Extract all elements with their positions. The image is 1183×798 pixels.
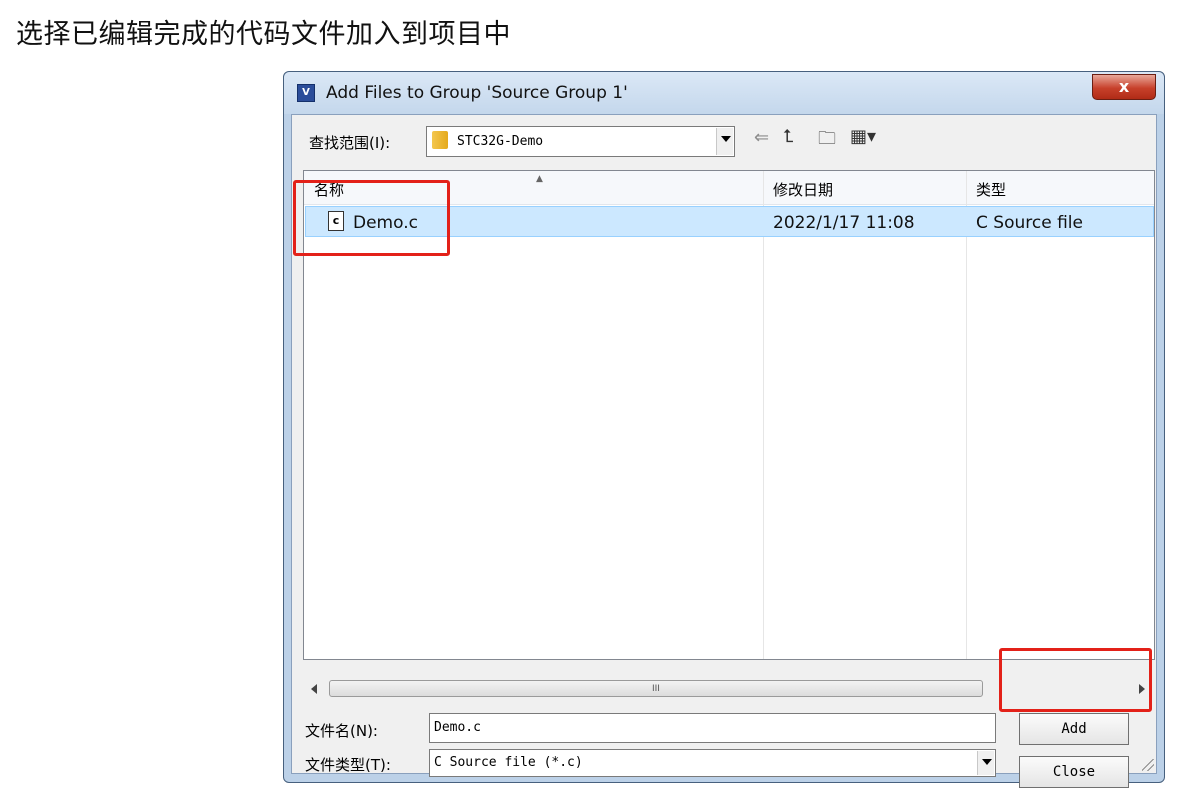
title-bar[interactable]: V Add Files to Group 'Source Group 1' x bbox=[284, 72, 1164, 114]
file-type-dropdown[interactable]: C Source file (*.c) bbox=[429, 749, 996, 777]
column-divider bbox=[763, 171, 764, 659]
close-button[interactable]: Close bbox=[1019, 756, 1129, 788]
new-folder-icon[interactable]: 🗀 bbox=[818, 126, 836, 156]
file-type-label: 文件类型(T): bbox=[305, 756, 391, 774]
scroll-right-icon[interactable] bbox=[1139, 684, 1145, 694]
folder-icon bbox=[432, 131, 448, 149]
scroll-thumb[interactable]: III bbox=[329, 680, 983, 697]
file-name-input[interactable]: Demo.c bbox=[429, 713, 996, 743]
chevron-down-icon[interactable] bbox=[977, 751, 994, 775]
file-type-value: C Source file (*.c) bbox=[434, 755, 583, 770]
column-header-name[interactable]: 名称 bbox=[314, 179, 344, 200]
look-in-dropdown[interactable]: STC32G-Demo bbox=[426, 126, 735, 157]
resize-grip-icon[interactable] bbox=[1142, 759, 1154, 771]
view-menu-icon[interactable]: ▦▾ bbox=[850, 126, 876, 147]
dialog-body: 查找范围(I): STC32G-Demo ⇐ ⮤ 🗀 ▦▾ 名称 ▲ 修改日期 … bbox=[291, 114, 1157, 788]
instruction-caption: 选择已编辑完成的代码文件加入到项目中 bbox=[16, 19, 511, 50]
chevron-down-icon[interactable] bbox=[716, 128, 733, 155]
column-divider bbox=[966, 171, 967, 659]
add-files-dialog: V Add Files to Group 'Source Group 1' x … bbox=[283, 71, 1165, 788]
file-name-label: 文件名(N): bbox=[305, 722, 378, 740]
close-window-button[interactable]: x bbox=[1092, 74, 1156, 100]
column-header-modified[interactable]: 修改日期 bbox=[773, 179, 833, 200]
file-type-cell: C Source file bbox=[976, 213, 1083, 233]
c-source-file-icon: c bbox=[328, 211, 344, 231]
list-header: 名称 ▲ 修改日期 类型 bbox=[304, 171, 1154, 205]
file-modified-cell: 2022/1/17 11:08 bbox=[773, 213, 915, 233]
column-header-type[interactable]: 类型 bbox=[976, 179, 1006, 200]
sort-ascending-icon: ▲ bbox=[536, 174, 543, 184]
scroll-left-icon[interactable] bbox=[311, 684, 317, 694]
look-in-label: 查找范围(I): bbox=[309, 134, 391, 152]
app-icon: V bbox=[297, 84, 315, 102]
dialog-title: Add Files to Group 'Source Group 1' bbox=[326, 83, 628, 103]
file-list[interactable]: 名称 ▲ 修改日期 类型 c Demo.c 2022/1/17 11:08 C … bbox=[303, 170, 1155, 660]
horizontal-scrollbar[interactable]: III bbox=[303, 678, 1155, 700]
file-name-value: Demo.c bbox=[434, 720, 481, 735]
scroll-grip: III bbox=[652, 684, 660, 694]
up-folder-icon[interactable]: ⮤ bbox=[783, 126, 794, 147]
file-name-cell[interactable]: Demo.c bbox=[353, 213, 418, 233]
back-icon[interactable]: ⇐ bbox=[754, 127, 769, 148]
add-button[interactable]: Add bbox=[1019, 713, 1129, 745]
look-in-value: STC32G-Demo bbox=[457, 134, 544, 149]
